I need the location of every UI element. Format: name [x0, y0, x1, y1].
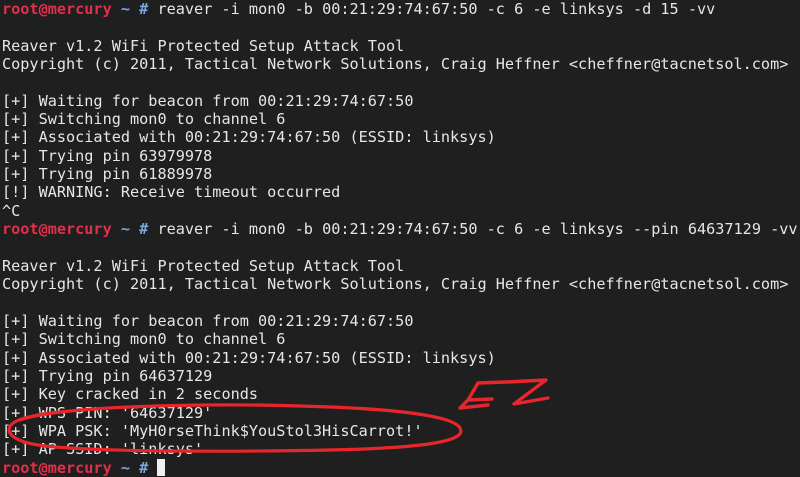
output-line: [+] Waiting for beacon from 00:21:29:74:…	[2, 311, 414, 330]
output-line: [!] WARNING: Receive timeout occurred	[2, 183, 341, 202]
prompt-path: ~ #	[120, 220, 149, 239]
output-line: [+] AP SSID: 'linksys'	[2, 440, 204, 459]
output-line: Copyright (c) 2011, Tactical Network Sol…	[2, 55, 789, 74]
output-line: [+] Switching mon0 to channel 6	[2, 110, 286, 129]
output-line: [+] Waiting for beacon from 00:21:29:74:…	[2, 91, 414, 110]
output-line: [+] Associated with 00:21:29:74:67:50 (E…	[2, 348, 496, 367]
output-line: Reaver v1.2 WiFi Protected Setup Attack …	[2, 36, 405, 55]
terminal-window[interactable]: root@mercury ~ # reaver -i mon0 -b 00:21…	[0, 0, 800, 477]
command-line: root@mercury ~ # reaver -i mon0 -b 00:21…	[2, 220, 800, 238]
output-line: Reaver v1.2 WiFi Protected Setup Attack …	[2, 256, 405, 275]
prompt-path: ~ #	[120, 458, 149, 477]
terminal-cursor[interactable]	[157, 458, 166, 476]
output-line: ^C	[2, 201, 21, 220]
output-line: [+] Trying pin 63979978	[2, 146, 213, 165]
prompt-user-host: root@mercury	[2, 220, 112, 239]
prompt-path: ~ #	[120, 0, 149, 18]
command-line: root@mercury ~ # reaver -i mon0 -b 00:21…	[2, 0, 800, 18]
output-line: [+] Key cracked in 2 seconds	[2, 385, 259, 404]
terminal-output: root@mercury ~ # reaver -i mon0 -b 00:21…	[2, 0, 800, 477]
output-line: [+] WPA PSK: 'MyH0rseThink$YouStol3HisCa…	[2, 421, 423, 440]
output-line: [+] Switching mon0 to channel 6	[2, 330, 286, 349]
prompt-user-host: root@mercury	[2, 0, 112, 18]
output-line: Copyright (c) 2011, Tactical Network Sol…	[2, 275, 789, 294]
output-line: [+] Trying pin 64637129	[2, 366, 213, 385]
prompt-user-host: root@mercury	[2, 458, 112, 477]
command-text: reaver -i mon0 -b 00:21:29:74:67:50 -c 6…	[157, 220, 798, 239]
output-line: [+] WPS PIN: '64637129'	[2, 403, 213, 422]
output-line: [+] Trying pin 61889978	[2, 165, 213, 184]
output-line: [+] Associated with 00:21:29:74:67:50 (E…	[2, 128, 496, 147]
command-text: reaver -i mon0 -b 00:21:29:74:67:50 -c 6…	[157, 0, 716, 18]
command-line: root@mercury ~ #	[2, 458, 800, 477]
